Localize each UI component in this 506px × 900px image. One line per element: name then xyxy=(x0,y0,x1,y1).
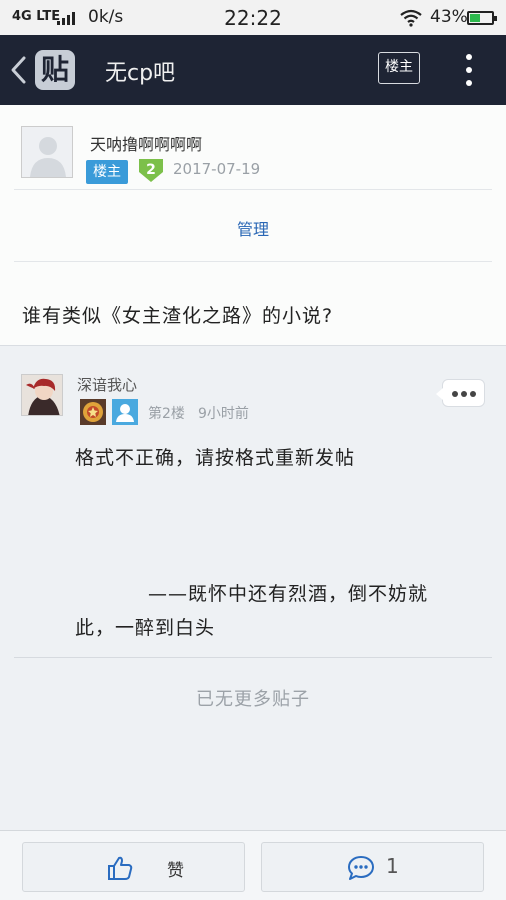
medal-icon xyxy=(80,399,106,425)
post-author-name[interactable]: 天呐撸啊啊啊啊 xyxy=(90,131,202,155)
more-options-icon[interactable] xyxy=(462,54,476,86)
main-post: 天呐撸啊啊啊啊 楼主 2 2017-07-19 管理 谁有类似《女主渣化之路》的… xyxy=(0,105,506,346)
level-number: 2 xyxy=(146,162,156,178)
member-badge-icon xyxy=(112,399,138,425)
comment-count: 1 xyxy=(386,854,399,878)
tieba-logo-icon[interactable]: 贴 xyxy=(35,50,75,90)
reply-options-button[interactable] xyxy=(436,379,485,407)
like-button[interactable]: 赞 xyxy=(22,842,245,892)
avatar[interactable] xyxy=(21,126,73,178)
avatar[interactable] xyxy=(21,374,63,416)
user-avatar-image xyxy=(22,375,62,415)
signature-line: ——既怀中还有烈酒，倒不妨就 xyxy=(148,583,429,605)
floor-number: 第2楼 xyxy=(148,406,185,422)
comment-icon xyxy=(348,856,374,880)
thumbs-up-icon xyxy=(108,856,133,880)
like-label: 赞 xyxy=(167,861,184,881)
battery-percent: 43% xyxy=(430,7,468,27)
lz-badge: 楼主 xyxy=(86,160,128,184)
only-lz-button[interactable]: 楼主 xyxy=(378,52,420,84)
reply-author-name[interactable]: 深谙我心 xyxy=(77,374,137,395)
reply-post: 深谙我心 第2楼 9小时前 格式不正确，请按格式重新发帖 ——既怀中还有烈酒，倒… xyxy=(0,347,506,830)
default-avatar-icon xyxy=(22,127,72,177)
wifi-icon xyxy=(400,9,422,27)
battery-icon xyxy=(467,11,497,25)
manage-link[interactable]: 管理 xyxy=(0,216,506,240)
back-arrow-icon[interactable] xyxy=(8,55,30,85)
divider xyxy=(14,657,492,658)
forum-title[interactable]: 无cp吧 xyxy=(105,55,175,87)
reply-content-line: 格式不正确，请按格式重新发帖 xyxy=(75,447,356,469)
comment-button[interactable]: 1 xyxy=(261,842,484,892)
divider xyxy=(14,189,492,190)
divider xyxy=(14,261,492,262)
status-bar: 4G LTE 0k/s 22:22 43% xyxy=(0,0,506,35)
bottom-action-bar: 赞 1 xyxy=(0,830,506,900)
level-badge: 2 xyxy=(137,156,165,184)
no-more-posts-text: 已无更多贴子 xyxy=(196,689,310,710)
post-date: 2017-07-19 xyxy=(173,160,261,178)
nav-bar: 贴 无cp吧 楼主 xyxy=(0,35,506,105)
reply-time: 9小时前 xyxy=(198,406,249,422)
signature-line: 此，一醉到白头 xyxy=(75,617,216,639)
post-content: 谁有类似《女主渣化之路》的小说? xyxy=(22,305,334,327)
